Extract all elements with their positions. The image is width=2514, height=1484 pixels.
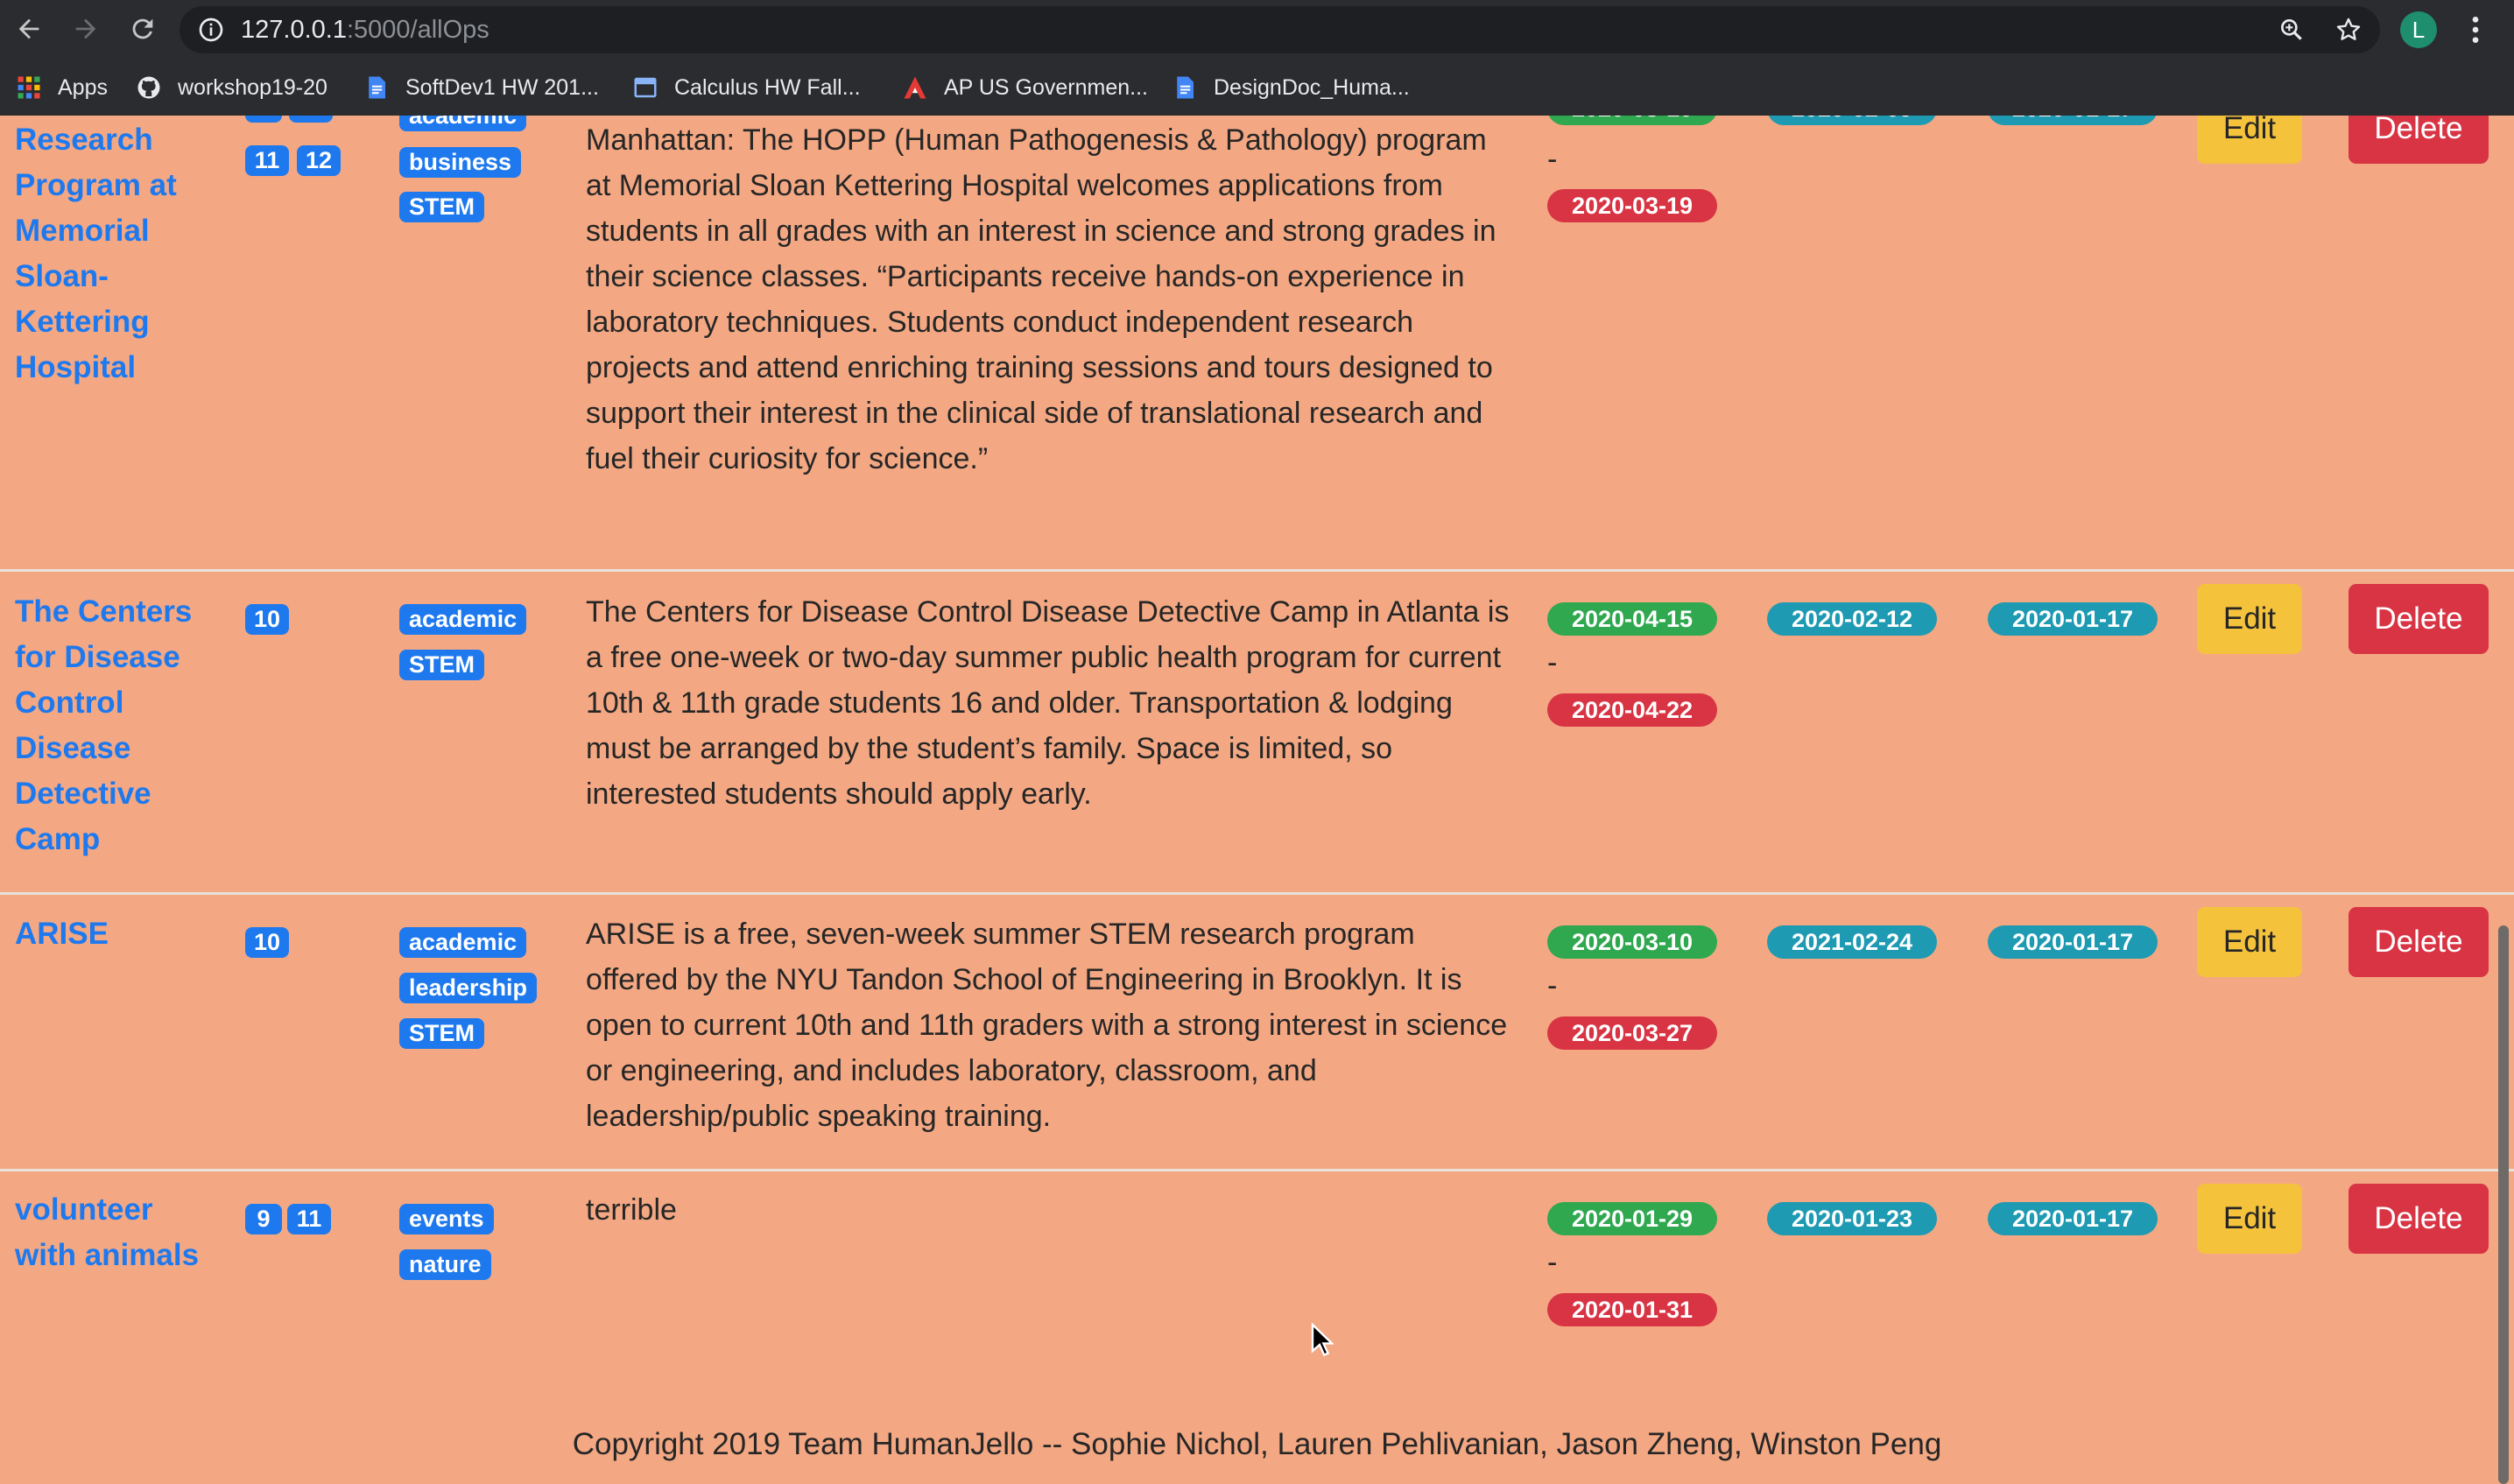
bookmark-label: AP US Governmen...	[944, 74, 1148, 100]
start-date-badge: 2020-01-29	[1547, 1202, 1717, 1235]
edit-button[interactable]: Edit	[2197, 584, 2302, 654]
grade-badge: 11	[245, 145, 289, 176]
category-tag: STEM	[399, 650, 485, 680]
zoom-icon[interactable]	[2278, 16, 2306, 44]
delete-button[interactable]: Delete	[2349, 584, 2489, 654]
edit-button[interactable]: Edit	[2197, 1184, 2302, 1254]
table-row: volunteer with animals 9 11 events natur…	[0, 1171, 2514, 1399]
bookmarks-bar: Apps workshop19-20 SoftDev1 HW 201... Ca…	[0, 60, 2514, 116]
end-date-badge: 2020-03-19	[1547, 189, 1717, 222]
canvas-icon	[904, 76, 926, 99]
profile-avatar[interactable]: L	[2400, 11, 2437, 48]
opportunity-description: terrible	[586, 1193, 677, 1227]
address-bar[interactable]: 127.0.0.1:5000/allOps	[180, 6, 2380, 53]
bookmark-star-icon[interactable]	[2334, 16, 2363, 44]
posted-date-badge: 2020-01-17	[1988, 925, 2158, 959]
bookmark-label: SoftDev1 HW 201...	[405, 74, 599, 100]
bookmark-apgov[interactable]: AP US Governmen...	[902, 60, 1148, 116]
end-date-badge: 2020-01-31	[1547, 1293, 1717, 1326]
grade-badge: 10	[245, 927, 289, 958]
category-tag: business	[399, 147, 522, 178]
table-row: ARISE 10 academic leadership STEM ARISE …	[0, 895, 2514, 1170]
category-tag: leadership	[399, 973, 538, 1003]
back-button[interactable]	[11, 11, 47, 47]
category-tag: events	[399, 1204, 494, 1234]
copyright-footer: Copyright 2019 Team HumanJello -- Sophie…	[572, 1427, 1942, 1461]
opportunity-description: The Centers for Disease Control Disease …	[586, 595, 1510, 811]
deadline-badge: 2020-02-12	[1767, 602, 1937, 636]
category-tag: STEM	[399, 1018, 485, 1049]
bookmark-calculus[interactable]: Calculus HW Fall...	[632, 60, 861, 116]
opportunity-description: Summer Research Program at Memorial Sloa…	[586, 123, 1496, 475]
grade-badge: 10	[289, 116, 333, 123]
opportunity-title-link[interactable]: volunteer with animals	[15, 1187, 208, 1278]
reload-icon	[132, 18, 153, 39]
delete-button[interactable]: Delete	[2349, 1184, 2489, 1254]
bookmark-label: DesignDoc_Huma...	[1214, 74, 1410, 100]
date-range-separator: -	[1547, 1246, 1558, 1279]
end-date-badge: 2020-04-22	[1547, 693, 1717, 727]
start-date-badge: 2020-03-10	[1547, 925, 1717, 959]
posted-date-badge: 2020-01-17	[1988, 602, 2158, 636]
date-range-separator: -	[1547, 143, 1558, 176]
posted-date-badge: 2020-01-17	[1988, 116, 2158, 125]
google-docs-icon	[1177, 76, 1194, 99]
google-classroom-icon	[634, 77, 657, 98]
category-tag: academic	[399, 927, 527, 958]
bookmark-softdev[interactable]: SoftDev1 HW 201...	[363, 60, 599, 116]
edit-button[interactable]: Edit	[2197, 116, 2302, 164]
start-date-badge: 2020-03-10	[1547, 116, 1717, 125]
arrow-right-icon	[75, 18, 96, 39]
url-host: 127.0.0.1	[241, 16, 347, 44]
category-tag: nature	[399, 1249, 491, 1280]
bookmark-designdoc[interactable]: DesignDoc_Huma...	[1172, 60, 1410, 116]
category-tag: STEM	[399, 192, 485, 222]
github-icon	[137, 76, 160, 99]
opportunity-title-link[interactable]: The Centers for Disease Control Disease …	[15, 589, 208, 862]
deadline-badge: 2020-01-23	[1767, 1202, 1937, 1235]
grade-badge: 11	[287, 1204, 331, 1234]
date-range-separator: -	[1547, 646, 1558, 679]
grade-badge: 9	[245, 116, 282, 123]
table-row: Summer Research Program at Memorial Sloa…	[0, 116, 2514, 571]
grade-badge: 10	[245, 604, 289, 635]
bookmark-label: workshop19-20	[178, 74, 327, 100]
url-text[interactable]: 127.0.0.1:5000/allOps	[241, 16, 489, 44]
forward-button[interactable]	[67, 11, 104, 47]
grade-badge: 12	[297, 145, 341, 176]
apps-grid-icon	[18, 76, 40, 99]
opportunity-description: ARISE is a free, seven-week summer STEM …	[586, 918, 1508, 1133]
delete-button[interactable]: Delete	[2349, 907, 2489, 977]
browser-toolbar: 127.0.0.1:5000/allOps L	[0, 0, 2514, 60]
reload-button[interactable]	[124, 11, 161, 47]
date-range-separator: -	[1547, 969, 1558, 1002]
google-docs-icon	[369, 76, 385, 99]
more-menu-icon[interactable]	[2462, 12, 2489, 47]
opportunities-table: Summer Research Program at Memorial Sloa…	[0, 116, 2514, 1484]
category-tag: academic	[399, 116, 527, 131]
opportunity-title-link[interactable]: ARISE	[15, 911, 208, 957]
bookmark-workshop[interactable]: workshop19-20	[136, 60, 327, 116]
deadline-badge: 2021-02-24	[1767, 925, 1937, 959]
page-scrollbar[interactable]	[2498, 925, 2509, 1484]
table-row: The Centers for Disease Control Disease …	[0, 572, 2514, 894]
bookmark-label: Calculus HW Fall...	[674, 74, 861, 100]
edit-button[interactable]: Edit	[2197, 907, 2302, 977]
info-icon[interactable]	[197, 16, 225, 44]
arrow-left-icon	[18, 18, 39, 39]
start-date-badge: 2020-04-15	[1547, 602, 1717, 636]
opportunity-title-link[interactable]: Summer Research Program at Memorial Sloa…	[15, 116, 208, 390]
posted-date-badge: 2020-01-17	[1988, 1202, 2158, 1235]
url-path: :5000/allOps	[346, 16, 489, 44]
delete-button[interactable]: Delete	[2349, 116, 2489, 164]
bookmark-apps[interactable]: Apps	[16, 60, 108, 116]
category-tag: academic	[399, 604, 527, 635]
bookmark-label: Apps	[58, 74, 108, 100]
mouse-cursor-icon	[1311, 1323, 1334, 1357]
end-date-badge: 2020-03-27	[1547, 1016, 1717, 1050]
deadline-badge: 2020-02-09	[1767, 116, 1937, 125]
grade-badge: 9	[245, 1204, 282, 1234]
